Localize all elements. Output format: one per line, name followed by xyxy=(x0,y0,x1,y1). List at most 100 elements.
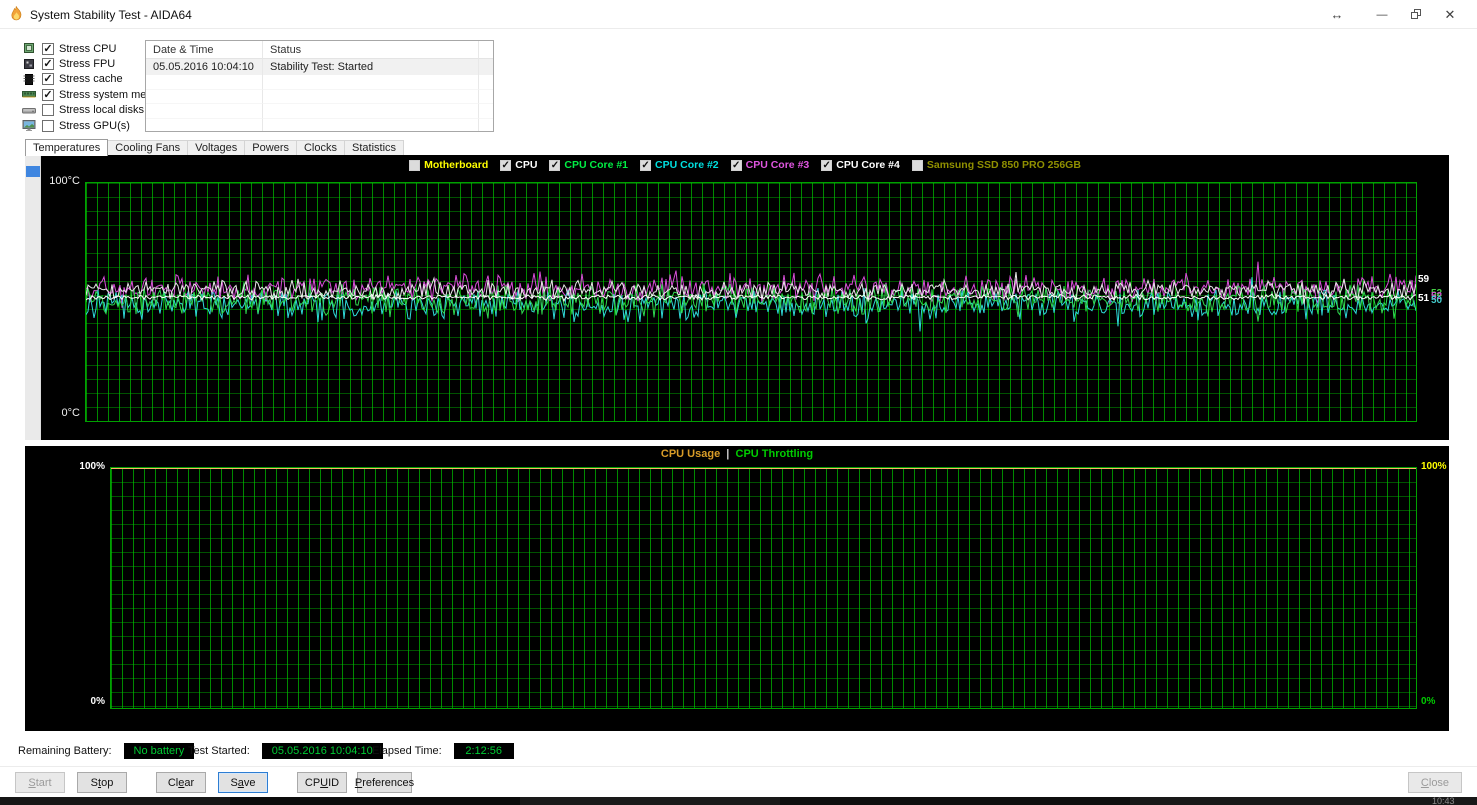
event-log-table[interactable]: Date & Time Status 05.05.2016 10:04:10 Sta… xyxy=(145,40,494,132)
log-row[interactable]: 05.05.2016 10:04:10 Stability Test: Start… xyxy=(146,59,493,75)
cpu-core-2-legend-checkbox[interactable] xyxy=(640,159,652,172)
cell xyxy=(146,104,263,119)
stress-gpu-s-checkbox[interactable] xyxy=(42,119,54,132)
temp-axis-max-label: 100°C xyxy=(49,175,80,187)
motherboard-legend-checkbox[interactable] xyxy=(409,159,421,171)
usage-chart-panel: CPU Usage | CPU Throttling 100% 0% 100% … xyxy=(25,446,1449,731)
log-row-empty xyxy=(146,118,493,131)
temperature-chart-area: Motherboard CPU CPU Core #1 CPU Core #2 CPU … xyxy=(41,155,1449,440)
stress-option-label: Stress local disks xyxy=(59,104,144,117)
resize-window-button[interactable]: ↔ xyxy=(1322,0,1352,29)
legend-item-cpu: CPU xyxy=(500,159,538,172)
cpu-legend-checkbox[interactable] xyxy=(500,159,512,172)
status-value: 2:12:56 xyxy=(453,743,514,759)
cpu-usage-line xyxy=(111,468,1416,469)
preferences-button[interactable]: Preferences xyxy=(355,772,414,793)
taskbar-clock: 10:43 xyxy=(1432,797,1455,805)
column-header-spare xyxy=(479,41,493,59)
cpu-core-4-legend-checkbox[interactable] xyxy=(821,159,833,172)
legend-label: Samsung SSD 850 PRO 256GB xyxy=(926,159,1081,171)
legend-label: CPU xyxy=(515,159,538,171)
stress-option-label: Stress cache xyxy=(59,73,123,86)
stress-fpu-checkbox[interactable] xyxy=(42,57,54,71)
tab-powers[interactable]: Powers xyxy=(244,140,297,156)
log-table-body: 05.05.2016 10:04:10 Stability Test: Start… xyxy=(146,59,493,131)
cpu-usage-current-value: 100% xyxy=(1421,461,1447,472)
cpu-core-1-legend-checkbox[interactable] xyxy=(549,159,561,172)
legend-item-cpu-core-1: CPU Core #1 xyxy=(549,159,628,172)
status-label: Remaining Battery: xyxy=(18,745,112,757)
legend-item-cpu-core-4: CPU Core #4 xyxy=(821,159,900,172)
legend-item-cpu-core-2: CPU Core #2 xyxy=(640,159,719,172)
usage-axis-min-label: 0% xyxy=(90,696,105,707)
cell xyxy=(263,89,479,104)
status-label: Test Started: xyxy=(188,745,250,757)
log-row-empty xyxy=(146,89,493,104)
status-elapsed-time: Elapsed Time: 2:12:56 xyxy=(372,741,514,761)
cell xyxy=(146,75,263,90)
stress-option-label: Stress GPU(s) xyxy=(59,119,130,132)
stress-cpu-checkbox[interactable] xyxy=(42,42,54,56)
taskbar-strip: 10:43 xyxy=(0,797,1477,805)
stress-cache-checkbox[interactable] xyxy=(42,72,54,86)
save-button[interactable]: Sa ve xyxy=(218,772,268,793)
footer-separator xyxy=(0,766,1477,767)
stop-button[interactable]: St op xyxy=(77,772,127,793)
cpu-throttling-current-value: 0% xyxy=(1421,696,1436,707)
scrollbar-thumb[interactable] xyxy=(26,166,40,177)
legend-label: CPU Core #3 xyxy=(745,159,810,171)
tab-bar: Temperatures Cooling Fans Voltages Powers Cl… xyxy=(25,139,405,156)
usage-chart-title: CPU Usage | CPU Throttling xyxy=(25,448,1449,460)
samsung-ssd-850-pro-256gb-legend-checkbox[interactable] xyxy=(911,159,923,171)
cell xyxy=(146,118,263,131)
tab-voltages[interactable]: Voltages xyxy=(187,140,246,156)
cell xyxy=(263,118,479,131)
status-remaining-battery: Remaining Battery: No battery xyxy=(18,741,195,761)
column-header-date-time[interactable]: Date & Time xyxy=(146,41,263,59)
usage-axis-max-label: 100% xyxy=(79,461,105,472)
legend-item-cpu-core-3: CPU Core #3 xyxy=(730,159,810,172)
tab-temperatures[interactable]: Temperatures xyxy=(25,139,109,156)
log-row-empty xyxy=(146,75,493,90)
usage-plot-grid xyxy=(110,467,1417,709)
temperature-chart-panel: Motherboard CPU CPU Core #1 CPU Core #2 CPU … xyxy=(25,155,1449,440)
flame-icon xyxy=(9,5,24,22)
clear-button[interactable]: Cl e ar xyxy=(156,772,206,793)
temp-axis-min-label: 0°C xyxy=(61,407,80,419)
log-table-header: Date & Time Status xyxy=(146,41,493,59)
start-button: Start xyxy=(15,772,65,793)
temperature-series xyxy=(85,261,1417,332)
cpu-usage-legend-label: CPU Usage xyxy=(660,448,721,460)
stress-system-memory-checkbox[interactable] xyxy=(42,88,54,102)
temp-value-label: 59 xyxy=(1418,274,1430,285)
legend-item-motherboard: Motherboard xyxy=(409,159,488,171)
cell xyxy=(479,90,493,104)
window-title: System Stability Test - AIDA64 xyxy=(30,8,192,22)
log-datetime: 05.05.2016 10:04:10 xyxy=(146,59,263,75)
cell xyxy=(263,75,479,90)
legend-item-samsung-ssd-850-pro-256gb: Samsung SSD 850 PRO 256GB xyxy=(911,159,1081,171)
cpu-chip-icon xyxy=(22,42,37,55)
status-value: 05.05.2016 10:04:10 xyxy=(261,743,383,759)
log-spare xyxy=(479,59,493,75)
cpu-throttling-legend-label: CPU Throttling xyxy=(735,448,814,460)
cpu-core-3-legend-checkbox[interactable] xyxy=(730,159,742,172)
tab-statistics[interactable]: Statistics xyxy=(344,140,405,156)
status-test-started: Test Started: 05.05.2016 10:04:10 xyxy=(188,741,383,761)
restore-window-button[interactable] xyxy=(1401,0,1431,29)
log-status: Stability Test: Started xyxy=(263,59,479,75)
minimize-window-button[interactable]: — xyxy=(1367,0,1397,29)
tab-clocks[interactable]: Clocks xyxy=(295,140,345,156)
cell xyxy=(263,104,479,119)
column-header-status[interactable]: Status xyxy=(263,41,479,59)
title-bar: System Stability Test - AIDA64 ↔ — ✕ xyxy=(0,0,1477,29)
temp-value-label: 51 xyxy=(1418,293,1430,304)
cell xyxy=(146,89,263,104)
close-button: Close xyxy=(1408,772,1462,793)
vertical-scrollbar[interactable] xyxy=(25,155,41,440)
stress-option-label: Stress CPU xyxy=(59,42,117,55)
tab-cooling-fans[interactable]: Cooling Fans xyxy=(107,140,189,156)
stress-local-disks-checkbox[interactable] xyxy=(42,104,54,117)
cpuid-button[interactable]: CP U ID xyxy=(297,772,347,793)
close-window-button[interactable]: ✕ xyxy=(1435,0,1465,29)
